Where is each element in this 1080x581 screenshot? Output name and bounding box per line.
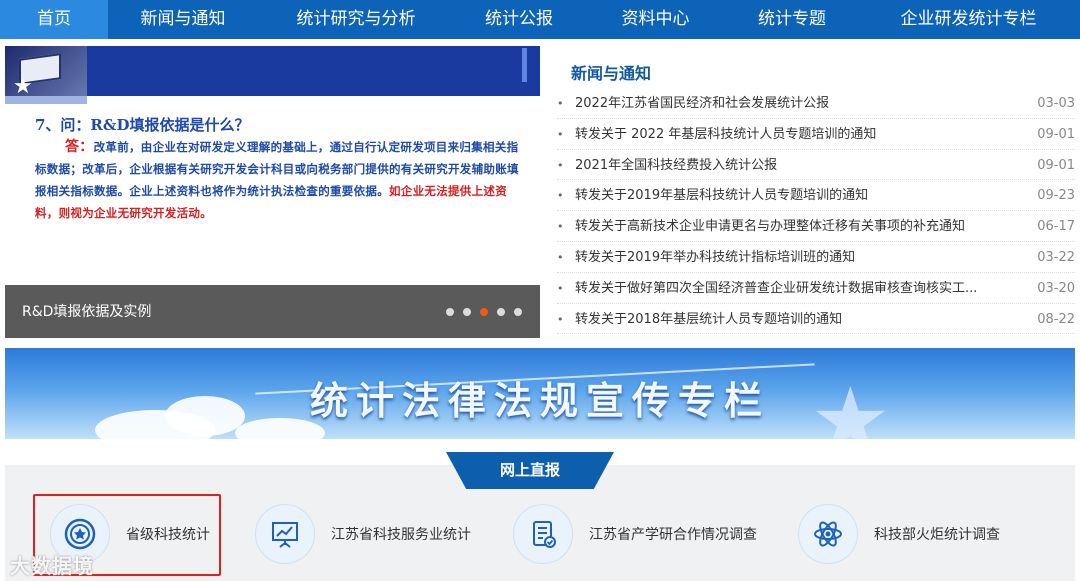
- slideshow[interactable]: ★ 7、问：R&D填报依据是什么？ 答：改革前，由企业在对研发定义理解的基础上，…: [5, 46, 540, 338]
- pagination-dot[interactable]: [497, 308, 505, 316]
- online-reporting-tab: 网上直报: [446, 452, 614, 489]
- news-list: • 2022年江苏省国民经济和社会发展统计公报 03-03 • 转发关于 2022 年基…: [557, 88, 1075, 335]
- slide-header-graphic: ★: [5, 46, 540, 104]
- star-icon: ★: [13, 74, 33, 99]
- nav-item-data-center[interactable]: 资料中心: [584, 0, 727, 39]
- news-item[interactable]: • 转发关于高新技术企业申请更名与办理整体迁移有关事项的补充通知 06-17: [557, 211, 1075, 242]
- main-nav: 首页 新闻与通知 统计研究与分析 统计公报 资料中心 统计专题 企业研发统计专栏: [0, 0, 1080, 39]
- news-item-title[interactable]: 转发关于2018年基层统计人员专题培训的通知: [575, 304, 995, 335]
- news-section-title[interactable]: 新闻与通知: [571, 60, 651, 84]
- bullet-icon: •: [557, 189, 564, 203]
- nav-item-bulletin[interactable]: 统计公报: [454, 0, 584, 39]
- news-item-title[interactable]: 转发关于做好第四次全国经济普查企业研发统计数据审核查询核实工...: [575, 273, 995, 304]
- card-sci-tech-service-stats[interactable]: 江苏省科技服务业统计: [255, 502, 471, 566]
- nav-item-home[interactable]: 首页: [0, 0, 108, 39]
- news-item[interactable]: • 转发关于2018年基层统计人员专题培训的通知 08-22: [557, 304, 1075, 335]
- news-item[interactable]: • 转发关于 2022 年基层科技统计人员专题培训的通知 09-01: [557, 119, 1075, 150]
- presentation-chart-icon: [255, 504, 315, 564]
- nav-item-news[interactable]: 新闻与通知: [108, 0, 258, 39]
- news-item[interactable]: • 转发关于2019年基层科技统计人员专题培训的通知 09-23: [557, 180, 1075, 212]
- card-label: 省级科技统计: [126, 527, 210, 543]
- news-item[interactable]: • 2022年江苏省国民经济和社会发展统计公报 03-03: [557, 88, 1075, 119]
- nav-item-topics[interactable]: 统计专题: [727, 0, 857, 39]
- atom-icon: [798, 504, 858, 564]
- bullet-icon: •: [557, 127, 564, 141]
- slide-decoration-bar: [522, 48, 527, 82]
- nav-item-research[interactable]: 统计研究与分析: [258, 0, 454, 39]
- news-item-date: 09-23: [1037, 188, 1075, 204]
- card-label: 科技部火炬统计调查: [874, 527, 1000, 543]
- bullet-icon: •: [557, 158, 564, 172]
- watermark: 大数据境: [10, 554, 94, 578]
- slide-caption[interactable]: R&D填报依据及实例: [22, 301, 151, 321]
- news-item[interactable]: • 转发关于做好第四次全国经济普查企业研发统计数据审核查询核实工... 03-20: [557, 273, 1075, 304]
- news-item-date: 03-20: [1037, 280, 1075, 296]
- pagination-dot[interactable]: [463, 308, 471, 316]
- news-item[interactable]: • 转发关于2019年举办科技统计指标培训班的通知 03-22: [557, 242, 1075, 273]
- answer-label: 答：: [65, 139, 94, 155]
- slide-question: 7、问：R&D填报依据是什么？: [35, 116, 250, 134]
- news-item-date: 03-03: [1037, 96, 1075, 111]
- news-item-date: 09-01: [1037, 157, 1075, 173]
- news-item-title[interactable]: 转发关于2019年基层科技统计人员专题培训的通知: [575, 180, 995, 211]
- news-item-title[interactable]: 2021年全国科技经费投入统计公报: [575, 150, 995, 181]
- card-label: 江苏省产学研合作情况调查: [589, 527, 757, 543]
- news-item-date: 06-17: [1037, 219, 1075, 235]
- card-label: 江苏省科技服务业统计: [331, 527, 471, 543]
- card-industry-academia-survey[interactable]: 江苏省产学研合作情况调查: [513, 502, 757, 566]
- slide-pagination: [446, 308, 522, 316]
- law-promotion-banner[interactable]: ★ 统计法律法规宣传专栏: [5, 348, 1075, 439]
- pagination-dot[interactable]: [480, 308, 488, 316]
- bullet-icon: •: [557, 220, 564, 234]
- news-item-title[interactable]: 转发关于 2022 年基层科技统计人员专题培训的通知: [575, 119, 995, 150]
- bullet-icon: •: [557, 97, 564, 110]
- bullet-icon: •: [557, 281, 564, 295]
- slide-divider: [5, 96, 87, 104]
- bullet-icon: •: [557, 312, 564, 326]
- news-item-date: 08-22: [1037, 311, 1075, 327]
- pagination-dot[interactable]: [514, 308, 522, 316]
- card-torch-survey[interactable]: 科技部火炬统计调查: [798, 502, 1000, 566]
- news-item[interactable]: • 2021年全国科技经费投入统计公报 09-01: [557, 150, 1075, 181]
- nav-item-enterprise-rd[interactable]: 企业研发统计专栏: [857, 0, 1080, 39]
- pagination-dot[interactable]: [446, 308, 454, 316]
- banner-title: 统计法律法规宣传专栏: [309, 379, 770, 423]
- online-reporting-title: 网上直报: [499, 461, 560, 479]
- news-item-date: 03-22: [1037, 249, 1075, 265]
- news-item-title[interactable]: 转发关于高新技术企业申请更名与办理整体迁移有关事项的补充通知: [575, 211, 995, 242]
- slide-answer: 答：改革前，由企业在对研发定义理解的基础上，通过自行认定研发项目来归集相关指标数…: [35, 136, 525, 224]
- news-item-title[interactable]: 2022年江苏省国民经济和社会发展统计公报: [575, 88, 995, 119]
- bullet-icon: •: [557, 250, 564, 264]
- slide-caption-bar: R&D填报依据及实例: [5, 285, 540, 338]
- news-item-title[interactable]: 转发关于2019年举办科技统计指标培训班的通知: [575, 242, 995, 273]
- document-check-icon: [513, 504, 573, 564]
- news-item-date: 09-01: [1037, 126, 1075, 142]
